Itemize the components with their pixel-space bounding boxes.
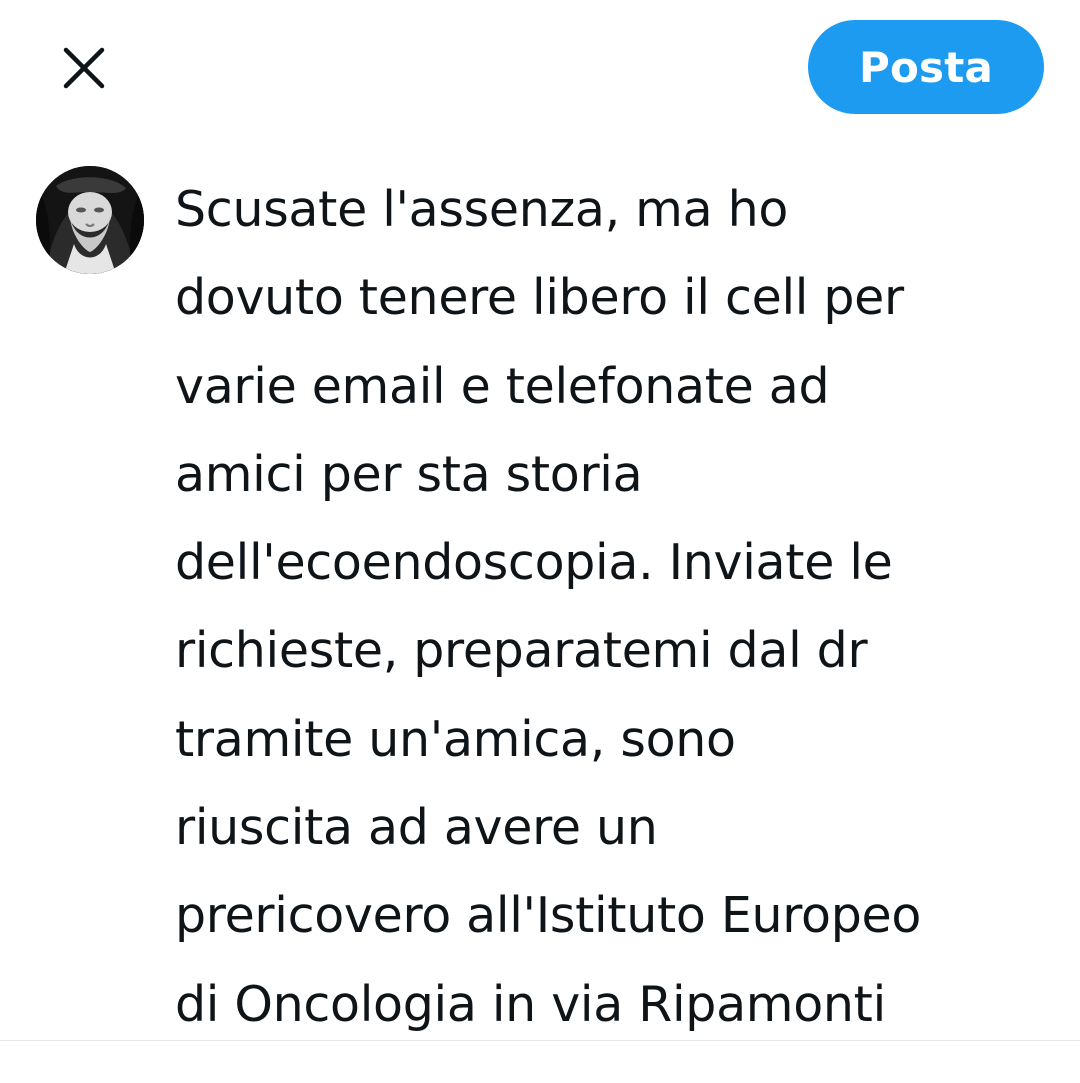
post-text-input[interactable]: Scusate l'assenza, ma ho dovuto tenere l… bbox=[175, 166, 1065, 1049]
close-icon bbox=[63, 47, 105, 89]
compose-post-screen: Posta Scusate l'assenza, ma ho dovuto te… bbox=[0, 0, 1080, 1083]
user-avatar-image bbox=[36, 166, 144, 274]
post-button[interactable]: Posta bbox=[808, 20, 1044, 114]
avatar[interactable] bbox=[36, 166, 144, 274]
close-button[interactable] bbox=[52, 36, 116, 100]
divider bbox=[0, 1040, 1080, 1041]
